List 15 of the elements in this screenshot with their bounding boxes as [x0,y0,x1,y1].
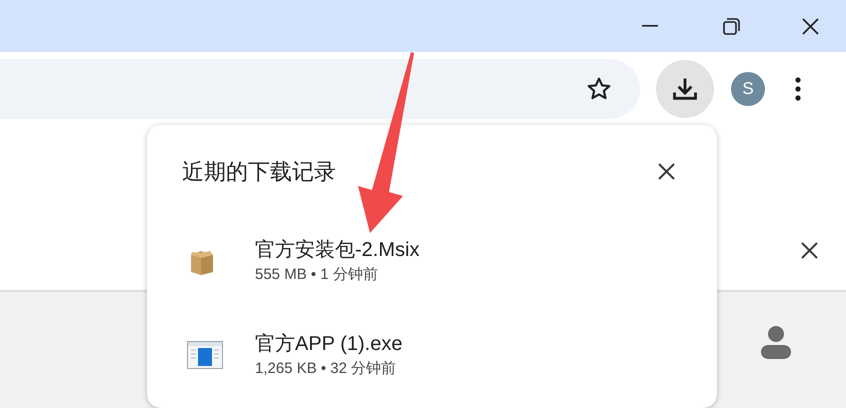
close-icon[interactable] [802,18,819,34]
file-name[interactable]: 官方安装包-2.Msix [255,236,420,264]
panel-title: 近期的下载记录 [182,158,336,186]
minimize-icon[interactable] [642,25,658,27]
menu-icon[interactable] [795,76,801,100]
close-icon[interactable] [801,242,818,258]
star-icon[interactable] [586,76,612,102]
profile-avatar[interactable]: S [731,72,765,106]
person-icon[interactable] [761,325,791,361]
restore-icon[interactable] [723,18,740,34]
file-details: 555 MB • 1 分钟前 [255,265,379,285]
file-details: 1,265 KB • 32 分钟前 [255,359,398,379]
file-name[interactable]: 官方APP (1).exe [255,330,402,358]
application-window-icon [187,341,223,369]
close-icon[interactable] [658,163,675,180]
